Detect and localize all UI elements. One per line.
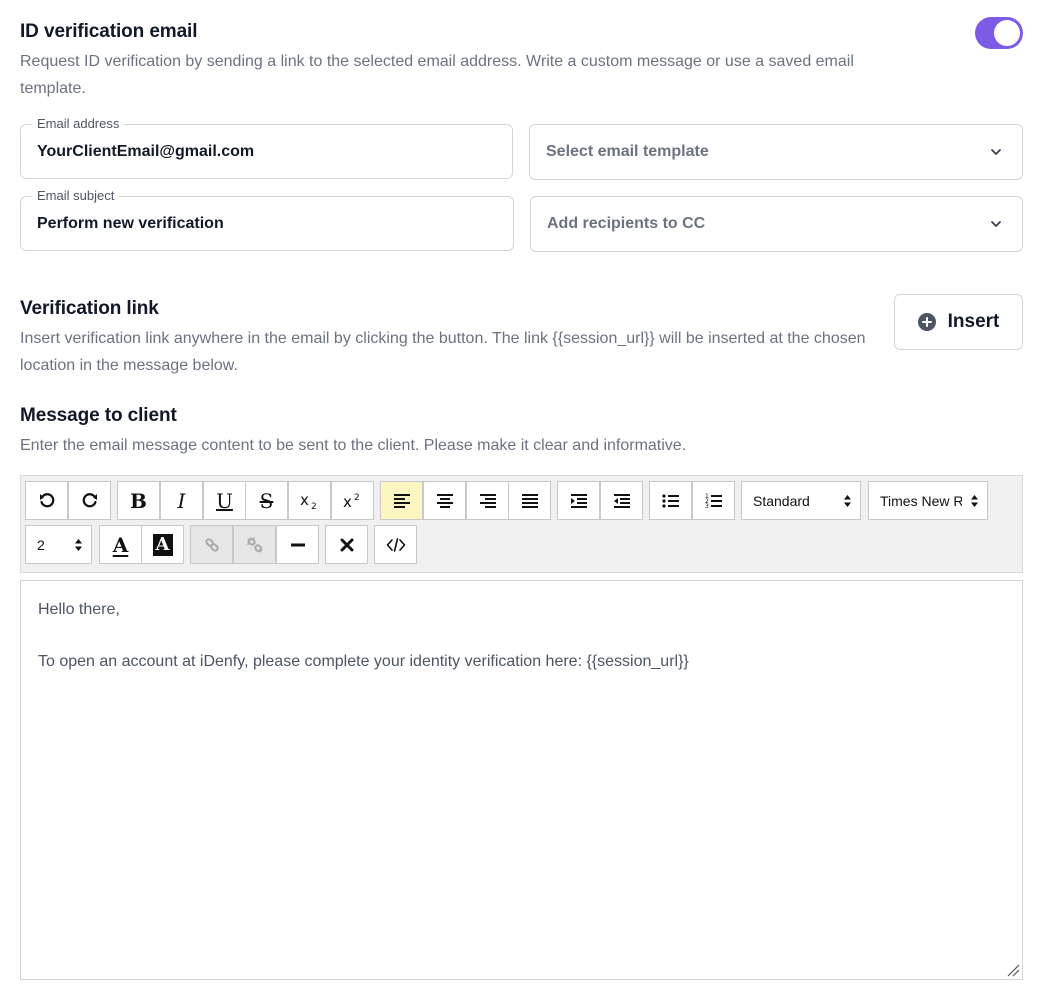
message-line: To open an account at iDenfy, please com… — [38, 653, 689, 670]
insert-button-label: Insert — [947, 311, 1000, 332]
font-size-select[interactable]: 2 — [25, 525, 92, 564]
remove-format-button[interactable] — [325, 525, 368, 564]
indent-icon — [570, 493, 587, 508]
font-size-select-value: 2 — [37, 536, 45, 553]
redo-icon — [82, 492, 97, 507]
source-code-button[interactable] — [374, 525, 417, 564]
outdent-button[interactable] — [600, 481, 643, 520]
undo-icon — [39, 492, 54, 507]
align-right-icon — [479, 493, 496, 508]
chevron-down-icon — [991, 221, 1001, 227]
clear-format-icon — [340, 538, 353, 551]
numbered-list-icon: 123 — [705, 493, 722, 510]
align-center-icon — [436, 493, 453, 508]
align-center-button[interactable] — [423, 481, 466, 520]
resize-handle-icon[interactable] — [1006, 963, 1020, 977]
email-subject-value[interactable]: Perform new verification — [37, 197, 224, 250]
text-color-button[interactable]: A — [99, 525, 142, 564]
align-justify-icon — [521, 493, 538, 508]
message-editor[interactable]: Hello there, To open an account at iDenf… — [20, 580, 1023, 980]
email-address-value[interactable]: YourClientEmail@gmail.com — [37, 125, 254, 178]
email-template-placeholder: Select email template — [546, 143, 709, 160]
unlink-button[interactable] — [233, 525, 276, 564]
format-select[interactable]: Standard — [741, 481, 861, 520]
indent-button[interactable] — [557, 481, 600, 520]
message-line — [38, 623, 1005, 649]
italic-button[interactable]: I — [160, 481, 203, 520]
outdent-icon — [613, 493, 630, 508]
id-verification-description: Request ID verification by sending a lin… — [20, 53, 854, 97]
font-family-select-value: Times New Roman — [880, 492, 962, 509]
strikethrough-button[interactable]: S — [245, 481, 288, 520]
link-button[interactable] — [190, 525, 233, 564]
background-color-button[interactable]: A — [141, 525, 184, 564]
code-icon — [386, 537, 405, 552]
align-left-icon — [393, 493, 410, 508]
superscript-icon: x2 — [343, 493, 360, 510]
plus-circle-icon — [917, 313, 936, 331]
message-description: Enter the email message content to be se… — [20, 437, 687, 454]
underline-button[interactable]: U — [203, 481, 246, 520]
email-subject-field[interactable]: Email subject Perform new verification — [20, 188, 514, 251]
select-arrows-icon — [971, 494, 978, 507]
align-left-button[interactable] — [380, 481, 423, 520]
background-color-icon: A — [152, 533, 173, 556]
verification-link-description: Insert verification link anywhere in the… — [20, 330, 866, 374]
numbered-list-button[interactable]: 123 — [692, 481, 735, 520]
bullet-list-button[interactable] — [649, 481, 692, 520]
section-title-verification-link: Verification link — [20, 298, 159, 319]
toggle-knob — [994, 20, 1020, 46]
undo-button[interactable] — [25, 481, 68, 520]
subscript-button[interactable]: x2 — [288, 481, 331, 520]
superscript-button[interactable]: x2 — [331, 481, 374, 520]
svg-text:3: 3 — [705, 503, 709, 510]
text-color-icon: A — [112, 532, 129, 557]
message-line: Hello there, — [38, 601, 120, 618]
redo-button[interactable] — [68, 481, 111, 520]
bold-button[interactable]: B — [117, 481, 160, 520]
chevron-down-icon — [991, 149, 1001, 155]
email-address-field[interactable]: Email address YourClientEmail@gmail.com — [20, 116, 513, 179]
horizontal-rule-button[interactable] — [276, 525, 319, 564]
section-title-id-verification-email: ID verification email — [20, 21, 198, 42]
svg-text:x: x — [343, 493, 352, 510]
svg-text:x: x — [300, 492, 309, 509]
format-select-value: Standard — [753, 492, 810, 509]
email-template-select[interactable]: Select email template — [529, 124, 1023, 180]
select-arrows-icon — [75, 538, 82, 551]
section-title-message-to-client: Message to client — [20, 405, 177, 426]
align-justify-button[interactable] — [508, 481, 551, 520]
unlink-icon — [246, 536, 262, 552]
align-right-button[interactable] — [466, 481, 509, 520]
insert-link-button[interactable]: Insert — [894, 294, 1023, 350]
subscript-icon: x2 — [300, 492, 317, 510]
font-family-select[interactable]: Times New Roman — [868, 481, 988, 520]
cc-recipients-select[interactable]: Add recipients to CC — [530, 196, 1023, 252]
select-arrows-icon — [844, 494, 851, 507]
id-verification-toggle[interactable] — [975, 17, 1023, 49]
svg-text:2: 2 — [354, 493, 360, 503]
link-icon — [204, 537, 219, 552]
bullet-list-icon — [661, 493, 679, 508]
horizontal-rule-icon — [290, 543, 305, 546]
cc-recipients-placeholder: Add recipients to CC — [547, 215, 706, 232]
svg-text:2: 2 — [311, 502, 317, 510]
